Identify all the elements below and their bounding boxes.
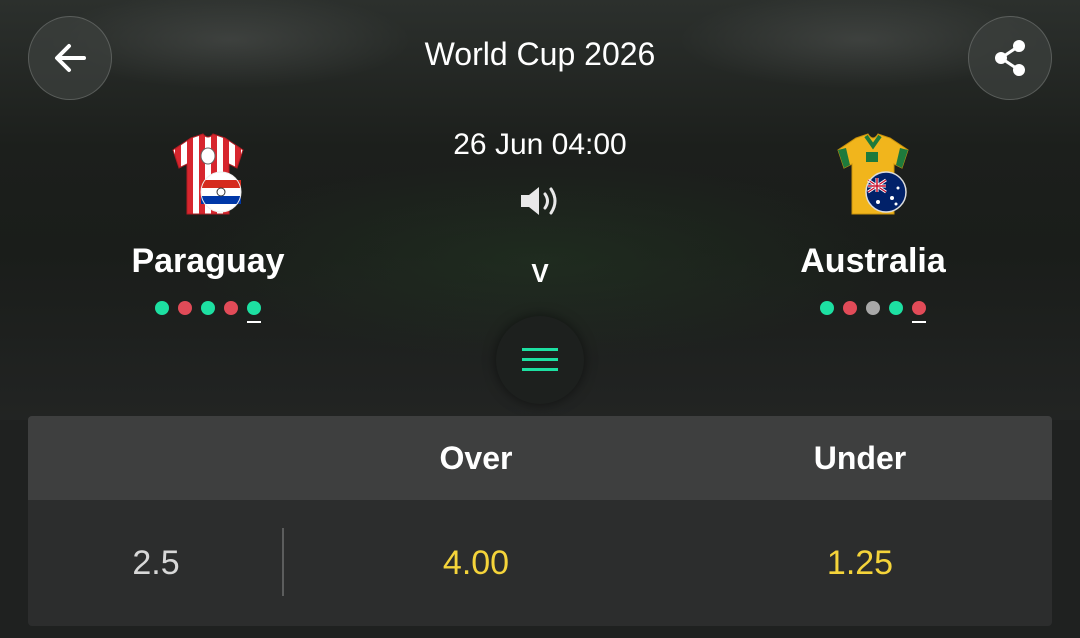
form-dot-loss [178,301,192,315]
market-row: 2.5 4.00 1.25 [28,500,1052,626]
form-dot-loss [843,301,857,315]
over-header: Over [439,440,513,476]
form-dot-win [889,301,903,315]
under-header: Under [813,440,907,476]
australia-shirt-icon [837,133,909,215]
away-form [743,301,1003,323]
home-team-name: Paraguay [131,242,285,280]
page-title: World Cup 2026 [424,36,656,72]
markets-menu-button[interactable] [496,316,584,404]
over-odds-button[interactable]: 4.00 [284,500,668,626]
share-button[interactable] [968,16,1052,100]
form-dot-draw [866,301,880,315]
home-team[interactable]: Paraguay [78,130,338,323]
under-odds-button[interactable]: 1.25 [668,500,1052,626]
market-header: Over Under [28,416,1052,500]
form-dot-win [155,301,169,315]
away-team[interactable]: Australia [743,130,1003,323]
home-form [78,301,338,323]
over-under-market: Over Under 2.5 4.00 1.25 [28,416,1052,626]
form-dot-win [247,301,261,323]
paraguay-shirt-icon [172,133,244,215]
away-team-name: Australia [800,242,946,280]
form-dot-win [820,301,834,315]
share-icon [995,40,1025,76]
line-value: 2.5 [132,544,180,582]
menu-icon [522,348,558,371]
form-dot-win [201,301,215,315]
speaker-icon [521,187,557,215]
sound-toggle-button[interactable] [516,180,564,222]
form-dot-loss [912,301,926,323]
form-dot-loss [224,301,238,315]
